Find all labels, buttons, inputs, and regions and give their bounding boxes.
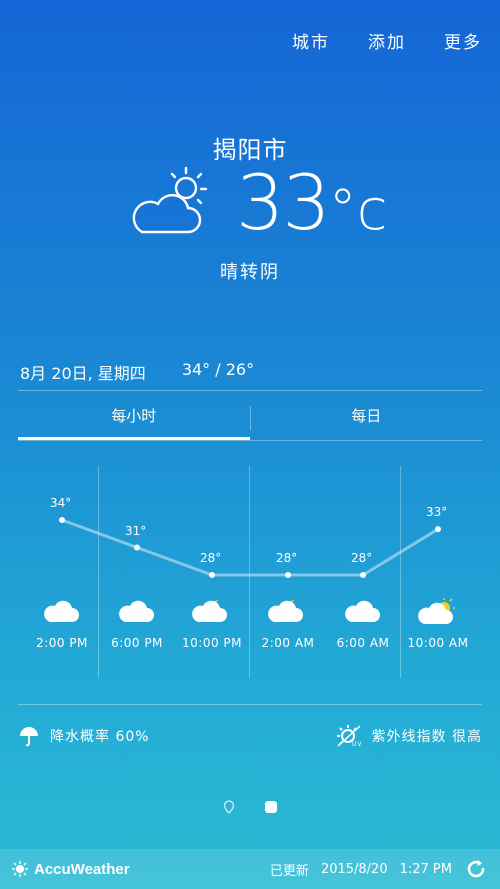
- updated-label: 已更新: [269, 863, 309, 879]
- weather-condition: 晴转阴: [220, 262, 280, 283]
- date-row: 8月 20日, 星期四 34° / 26°: [20, 360, 254, 384]
- temp-unit: °c: [328, 178, 388, 243]
- updated-time: 1:27 PM: [399, 861, 452, 877]
- umbrella-icon: [20, 727, 38, 747]
- updated-date: 2015/8/20: [320, 861, 388, 877]
- hourly-time-label: 2:00 AM: [261, 636, 315, 650]
- hourly-temp-label: 28°: [200, 551, 222, 565]
- hourly-time-label: 6:00 PM: [111, 636, 163, 650]
- hourly-time-label: 2:00 PM: [36, 636, 88, 650]
- temp-point: [285, 572, 291, 578]
- cloud-icon: [42, 596, 82, 626]
- top-menu: 城市 添加 更多: [292, 28, 482, 53]
- divider: [18, 704, 482, 705]
- update-info: 已更新 2015/8/20 1:27 PM: [270, 857, 488, 881]
- hourly-temp-label: 33°: [426, 505, 448, 520]
- divider: [18, 440, 482, 441]
- current-temp-row: 33 °c: [130, 162, 388, 246]
- page-indicator: [0, 800, 500, 814]
- refresh-icon[interactable]: [464, 857, 488, 881]
- tab-hourly[interactable]: 每小时: [18, 400, 250, 440]
- tab-bar: 每小时 每日: [18, 400, 482, 440]
- location-pin-icon[interactable]: [223, 800, 235, 814]
- uv-index: UV 紫外线指数 很高: [336, 724, 482, 748]
- accuweather-logo-icon: [12, 861, 28, 877]
- bottom-info-row: 降水概率 60% UV 紫外线指数 很高: [18, 724, 482, 748]
- temp-point: [134, 544, 140, 551]
- svg-text:UV: UV: [352, 741, 362, 748]
- temp-point: [360, 572, 366, 578]
- menu-more[interactable]: 更多: [444, 28, 482, 53]
- hourly-time-label: 10:00 PM: [182, 636, 242, 650]
- hourly-time-label: 10:00 AM: [407, 636, 469, 650]
- current-temp: 33: [236, 158, 331, 247]
- hourly-temp-label: 28°: [351, 551, 373, 565]
- hourly-temp-label: 31°: [125, 523, 147, 538]
- menu-add[interactable]: 添加: [368, 28, 406, 53]
- menu-city[interactable]: 城市: [292, 28, 330, 53]
- uv-sun-icon: UV: [336, 725, 362, 748]
- rain-probability: 降水概率 60%: [18, 724, 150, 748]
- date-label: 8月 20日, 星期四: [20, 364, 146, 383]
- cloud-icon: [117, 596, 157, 626]
- hourly-time-label: 6:00 AM: [336, 636, 390, 650]
- hourly-temp-label: 34°: [50, 496, 72, 510]
- moon-cloud-icon: [268, 596, 308, 626]
- rain-label: 降水概率 60%: [50, 729, 150, 745]
- divider: [18, 390, 482, 391]
- brand-name: AccuWeather: [34, 860, 130, 878]
- uv-label: 紫外线指数 很高: [371, 729, 482, 745]
- footer-bar: AccuWeather 已更新 2015/8/20 1:27 PM: [0, 849, 500, 889]
- hourly-temp-line: [59, 517, 441, 578]
- temp-point: [209, 572, 215, 578]
- tab-daily[interactable]: 每日: [251, 400, 483, 440]
- sun-cloud-icon: [418, 596, 458, 626]
- brand[interactable]: AccuWeather: [12, 861, 130, 878]
- hourly-temp-label: 28°: [276, 551, 298, 565]
- partly-cloudy-sun-icon: [132, 166, 208, 234]
- temp-range: 34° / 26°: [181, 360, 255, 379]
- cloud-icon: [343, 596, 383, 626]
- moon-cloud-icon: [192, 596, 232, 626]
- temp-point: [435, 526, 441, 533]
- temp-point: [59, 517, 65, 523]
- page-dot-active[interactable]: [265, 801, 277, 813]
